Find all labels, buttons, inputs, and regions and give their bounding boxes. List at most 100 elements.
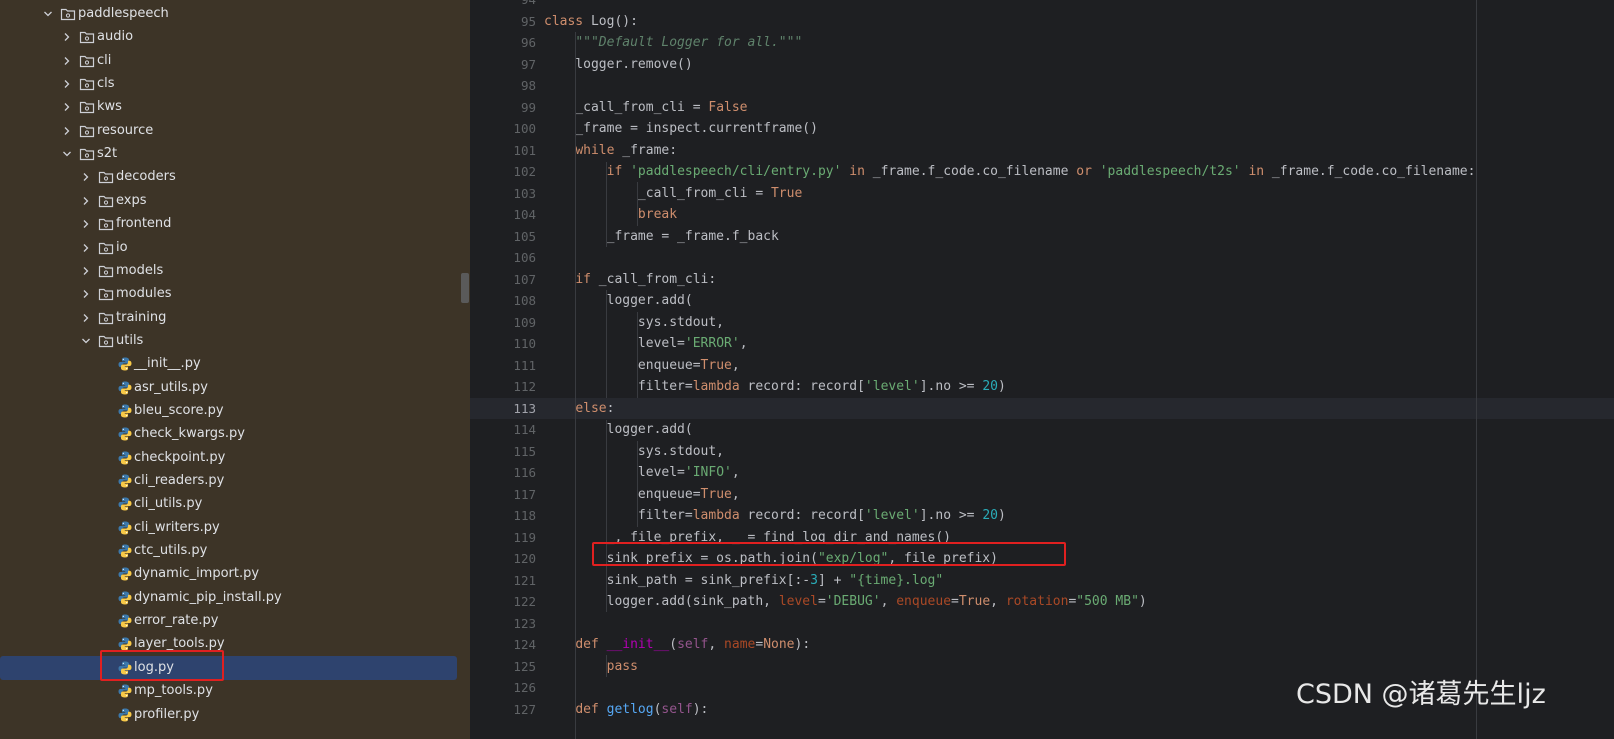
line-number[interactable]: 125 [470, 656, 536, 678]
line-number[interactable]: 127 [470, 699, 536, 721]
tree-file[interactable]: cli_writers.py [0, 516, 470, 540]
line-number[interactable]: 95 [470, 11, 536, 33]
line-number[interactable]: 94 [470, 0, 536, 11]
code-line[interactable]: logger.add(sink_path, level='DEBUG', enq… [544, 591, 1147, 613]
tree-file[interactable]: error_rate.py [0, 609, 470, 633]
line-number[interactable]: 112 [470, 376, 536, 398]
code-line[interactable]: sys.stdout, [544, 441, 724, 463]
tree-folder-io[interactable]: io [0, 236, 470, 260]
line-number[interactable]: 123 [470, 613, 536, 635]
chevron-right-icon[interactable] [78, 189, 94, 213]
tree-file[interactable]: asr_utils.py [0, 376, 470, 400]
tree-folder-decoders[interactable]: decoders [0, 165, 470, 189]
line-number[interactable]: 96 [470, 32, 536, 54]
line-number[interactable]: 101 [470, 140, 536, 162]
line-number[interactable]: 111 [470, 355, 536, 377]
tree-file[interactable]: __init__.py [0, 352, 470, 376]
line-number[interactable]: 116 [470, 462, 536, 484]
tree-scrollbar[interactable] [461, 273, 469, 303]
tree-file[interactable]: cli_utils.py [0, 492, 470, 516]
code-line[interactable]: else: [544, 398, 614, 420]
tree-file[interactable]: bleu_score.py [0, 399, 470, 423]
code-line[interactable]: enqueue=True, [544, 484, 740, 506]
chevron-right-icon[interactable] [59, 95, 75, 119]
tree-file[interactable]: dynamic_pip_install.py [0, 586, 470, 610]
code-line[interactable]: if _call_from_cli: [544, 269, 716, 291]
line-number[interactable]: 122 [470, 591, 536, 613]
chevron-right-icon[interactable] [78, 306, 94, 330]
code-line[interactable]: _call_from_cli = True [544, 183, 802, 205]
tree-file[interactable]: profiler.py [0, 703, 470, 727]
tree-file[interactable]: cli_readers.py [0, 469, 470, 493]
line-number[interactable]: 115 [470, 441, 536, 463]
tree-folder-exps[interactable]: exps [0, 189, 470, 213]
code-line[interactable]: logger.remove() [544, 54, 692, 76]
code-line[interactable]: filter=lambda record: record['level'].no… [544, 505, 1006, 527]
tree-folder-cli[interactable]: cli [0, 49, 470, 73]
tree-folder-modules[interactable]: modules [0, 282, 470, 306]
chevron-right-icon[interactable] [78, 236, 94, 260]
tree-file[interactable]: mp_tools.py [0, 679, 470, 703]
code-line[interactable]: class Log(): [544, 11, 638, 33]
tree-file[interactable]: log.py [0, 655, 470, 680]
tree-folder-paddlespeech[interactable]: paddlespeech [0, 2, 470, 26]
tree-file[interactable]: ctc_utils.py [0, 539, 470, 563]
tree-folder-kws[interactable]: kws [0, 95, 470, 119]
code-line[interactable]: logger.add( [544, 290, 693, 312]
code-line[interactable]: sink_path = sink_prefix[:-3] + "{time}.l… [544, 570, 944, 592]
tree-folder-models[interactable]: models [0, 259, 470, 283]
line-number[interactable]: 124 [470, 634, 536, 656]
tree-folder-audio[interactable]: audio [0, 25, 470, 49]
chevron-down-icon[interactable] [78, 329, 94, 353]
tree-folder-utils[interactable]: utils [0, 329, 470, 353]
code-line[interactable]: filter=lambda record: record['level'].no… [544, 376, 1006, 398]
line-number[interactable]: 114 [470, 419, 536, 441]
code-line[interactable]: while _frame: [544, 140, 677, 162]
line-number[interactable]: 97 [470, 54, 536, 76]
chevron-down-icon[interactable] [40, 2, 56, 26]
chevron-right-icon[interactable] [78, 282, 94, 306]
line-number[interactable]: 100 [470, 118, 536, 140]
code-line[interactable]: _frame = _frame.f_back [544, 226, 779, 248]
line-number[interactable]: 117 [470, 484, 536, 506]
line-number[interactable]: 105 [470, 226, 536, 248]
line-number[interactable]: 109 [470, 312, 536, 334]
chevron-right-icon[interactable] [59, 49, 75, 73]
line-number[interactable]: 118 [470, 505, 536, 527]
code-line[interactable]: break [544, 204, 677, 226]
chevron-right-icon[interactable] [78, 259, 94, 283]
line-number[interactable]: 126 [470, 677, 536, 699]
tree-folder-cls[interactable]: cls [0, 72, 470, 96]
line-number[interactable]: 110 [470, 333, 536, 355]
code-editor[interactable]: 9495 class Log(): 96 """Default Logger for… [470, 0, 1614, 739]
line-number[interactable]: 121 [470, 570, 536, 592]
line-number[interactable]: 99 [470, 97, 536, 119]
line-number[interactable]: 108 [470, 290, 536, 312]
tree-folder-training[interactable]: training [0, 306, 470, 330]
line-number[interactable]: 113 [470, 398, 536, 420]
line-number[interactable]: 102 [470, 161, 536, 183]
chevron-right-icon[interactable] [78, 212, 94, 236]
code-line[interactable]: _frame = inspect.currentframe() [544, 118, 818, 140]
line-number[interactable]: 103 [470, 183, 536, 205]
line-number[interactable]: 106 [470, 247, 536, 269]
code-line[interactable]: def __init__(self, name=None): [544, 634, 810, 656]
code-line[interactable]: logger.add( [544, 419, 693, 441]
code-line[interactable]: """Default Logger for all.""" [544, 32, 802, 54]
chevron-right-icon[interactable] [59, 72, 75, 96]
line-number[interactable]: 98 [470, 75, 536, 97]
code-line[interactable]: level='INFO', [544, 462, 740, 484]
line-number[interactable]: 120 [470, 548, 536, 570]
code-line[interactable]: pass [544, 656, 638, 678]
code-line[interactable]: enqueue=True, [544, 355, 740, 377]
tree-folder-resource[interactable]: resource [0, 119, 470, 143]
line-number[interactable]: 107 [470, 269, 536, 291]
tree-file[interactable]: checkpoint.py [0, 446, 470, 470]
chevron-right-icon[interactable] [59, 119, 75, 143]
tree-folder-frontend[interactable]: frontend [0, 212, 470, 236]
chevron-right-icon[interactable] [78, 165, 94, 189]
chevron-right-icon[interactable] [59, 25, 75, 49]
tree-file[interactable]: dynamic_import.py [0, 562, 470, 586]
tree-folder-s2t[interactable]: s2t [0, 142, 470, 166]
code-line[interactable]: sys.stdout, [544, 312, 724, 334]
